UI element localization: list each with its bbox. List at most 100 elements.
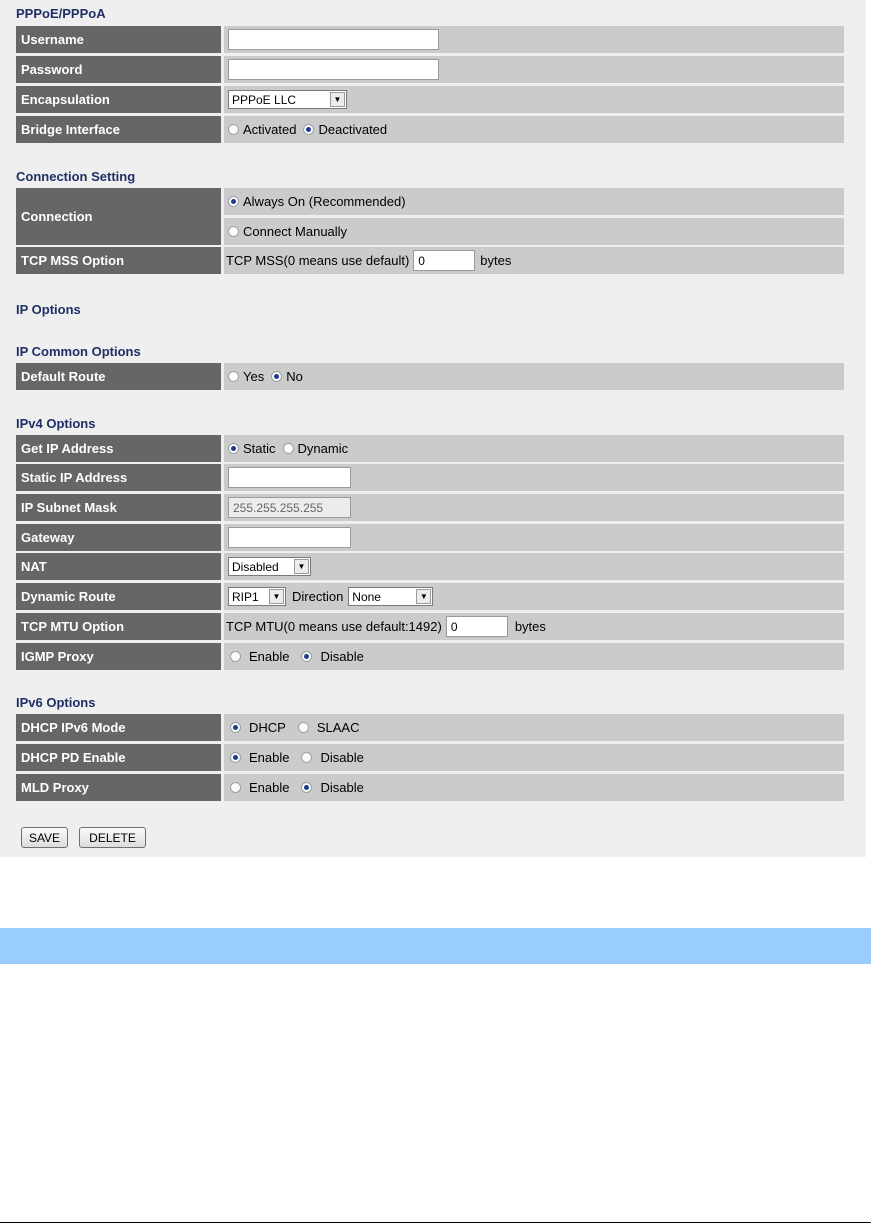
section-title-ipv6-options: IPv6 Options [16, 695, 96, 710]
password-label: Password [16, 56, 221, 83]
username-input[interactable] [228, 29, 439, 50]
igmp-enable-radio[interactable] [230, 651, 241, 662]
nat-selected-value: Disabled [232, 559, 279, 574]
bridge-deactivated-radio[interactable] [303, 124, 315, 135]
tcp-mtu-input[interactable] [445, 616, 508, 637]
get-ip-static-radio[interactable] [228, 443, 239, 454]
mld-enable-radio[interactable] [230, 782, 241, 793]
mld-proxy-label: MLD Proxy [16, 774, 221, 801]
row-ip-subnet-mask: IP Subnet Mask [16, 494, 844, 521]
password-input[interactable] [228, 59, 439, 80]
section-title-ip-common-options: IP Common Options [16, 344, 141, 359]
always-on-option[interactable]: Always On (Recommended) [228, 194, 406, 209]
encapsulation-label: Encapsulation [16, 86, 221, 113]
dhcp-mode-slaac-option[interactable]: SLAAC [297, 720, 359, 735]
connect-manually-option[interactable]: Connect Manually [228, 224, 347, 239]
igmp-enable-option[interactable]: Enable [230, 649, 289, 664]
get-ip-static-option[interactable]: Static [228, 441, 276, 456]
tcp-mss-unit: bytes [480, 253, 512, 268]
mld-disable-radio[interactable] [301, 782, 313, 793]
tcp-mtu-unit: bytes [514, 619, 546, 634]
row-tcp-mtu: TCP MTU Option TCP MTU(0 means use defau… [16, 613, 844, 640]
chevron-down-icon: ▼ [294, 559, 309, 574]
mld-enable-option[interactable]: Enable [230, 780, 289, 795]
dhcp-ipv6-mode-label: DHCP IPv6 Mode [16, 714, 221, 741]
bridge-activated-radio[interactable] [228, 124, 239, 135]
encapsulation-selected-value: PPPoE LLC [232, 92, 297, 107]
connect-manually-radio[interactable] [228, 226, 239, 237]
igmp-disable-radio[interactable] [301, 651, 313, 662]
direction-label: Direction [292, 589, 344, 604]
always-on-radio[interactable] [228, 196, 239, 207]
subnet-mask-input [228, 497, 351, 518]
footer-bar [0, 928, 871, 964]
dhcp-mode-dhcp-radio[interactable] [230, 722, 241, 733]
dynamic-route-select[interactable]: RIP1 ▼ [228, 587, 286, 606]
dhcp-mode-dhcp-option[interactable]: DHCP [230, 720, 286, 735]
bridge-interface-label: Bridge Interface [16, 116, 221, 143]
dhcp-pd-enable-option[interactable]: Enable [230, 750, 289, 765]
default-route-no-option[interactable]: No [271, 369, 303, 384]
tcp-mtu-description: TCP MTU(0 means use default:1492) [226, 619, 442, 634]
section-title-connection-setting: Connection Setting [16, 169, 136, 184]
row-nat: NAT Disabled ▼ [16, 553, 844, 580]
row-dhcp-pd-enable: DHCP PD Enable Enable Disable [16, 744, 844, 771]
tcp-mss-description: TCP MSS(0 means use default) [226, 253, 410, 268]
dynamic-route-selected-value: RIP1 [232, 589, 259, 604]
direction-selected-value: None [352, 589, 381, 604]
row-get-ip-address: Get IP Address Static Dynamic [16, 435, 844, 462]
tcp-mtu-label: TCP MTU Option [16, 613, 221, 640]
ip-subnet-mask-label: IP Subnet Mask [16, 494, 221, 521]
static-ip-address-label: Static IP Address [16, 464, 221, 491]
default-route-label: Default Route [16, 363, 221, 390]
section-title-ip-options: IP Options [16, 302, 81, 317]
settings-panel: PPPoE/PPPoA Username Password Encapsulat… [0, 0, 866, 857]
gateway-input[interactable] [228, 527, 351, 548]
row-encapsulation: Encapsulation PPPoE LLC ▼ [16, 86, 844, 113]
chevron-down-icon: ▼ [330, 92, 345, 107]
nat-select[interactable]: Disabled ▼ [228, 557, 311, 576]
dhcp-pd-enable-radio[interactable] [230, 752, 241, 763]
bridge-activated-option[interactable]: Activated [228, 122, 296, 137]
direction-select[interactable]: None ▼ [348, 587, 434, 606]
row-connection: Connection Always On (Recommended) Conne… [16, 188, 844, 245]
row-username: Username [16, 26, 844, 53]
encapsulation-select[interactable]: PPPoE LLC ▼ [228, 90, 347, 109]
default-route-no-radio[interactable] [271, 371, 283, 382]
dynamic-route-label: Dynamic Route [16, 583, 221, 610]
igmp-disable-option[interactable]: Disable [301, 649, 364, 664]
tcp-mss-label: TCP MSS Option [16, 247, 221, 274]
row-gateway: Gateway [16, 524, 844, 551]
username-label: Username [16, 26, 221, 53]
default-route-yes-option[interactable]: Yes [228, 369, 264, 384]
default-route-yes-radio[interactable] [228, 371, 239, 382]
row-bridge-interface: Bridge Interface Activated Deactivated [16, 116, 844, 143]
igmp-proxy-label: IGMP Proxy [16, 643, 221, 670]
chevron-down-icon: ▼ [269, 589, 284, 604]
row-dynamic-route: Dynamic Route RIP1 ▼ Direction None ▼ [16, 583, 844, 610]
save-button[interactable]: SAVE [21, 827, 68, 848]
row-static-ip-address: Static IP Address [16, 464, 844, 491]
section-title-pppoe: PPPoE/PPPoA [16, 6, 106, 21]
row-password: Password [16, 56, 844, 83]
static-ip-input[interactable] [228, 467, 351, 488]
dhcp-pd-disable-radio[interactable] [301, 752, 313, 763]
get-ip-address-label: Get IP Address [16, 435, 221, 462]
get-ip-dynamic-radio[interactable] [282, 443, 294, 454]
nat-label: NAT [16, 553, 221, 580]
tcp-mss-input[interactable] [413, 250, 476, 271]
row-igmp-proxy: IGMP Proxy Enable Disable [16, 643, 844, 670]
row-tcp-mss: TCP MSS Option TCP MSS(0 means use defau… [16, 247, 844, 274]
delete-button[interactable]: DELETE [79, 827, 146, 848]
gateway-label: Gateway [16, 524, 221, 551]
dhcp-pd-disable-option[interactable]: Disable [301, 750, 364, 765]
section-title-ipv4-options: IPv4 Options [16, 416, 96, 431]
get-ip-dynamic-option[interactable]: Dynamic [282, 441, 348, 456]
row-mld-proxy: MLD Proxy Enable Disable [16, 774, 844, 801]
bridge-deactivated-option[interactable]: Deactivated [303, 122, 387, 137]
dhcp-mode-slaac-radio[interactable] [297, 722, 309, 733]
row-default-route: Default Route Yes No [16, 363, 844, 390]
mld-disable-option[interactable]: Disable [301, 780, 364, 795]
dhcp-pd-enable-label: DHCP PD Enable [16, 744, 221, 771]
connection-label: Connection [16, 188, 221, 245]
